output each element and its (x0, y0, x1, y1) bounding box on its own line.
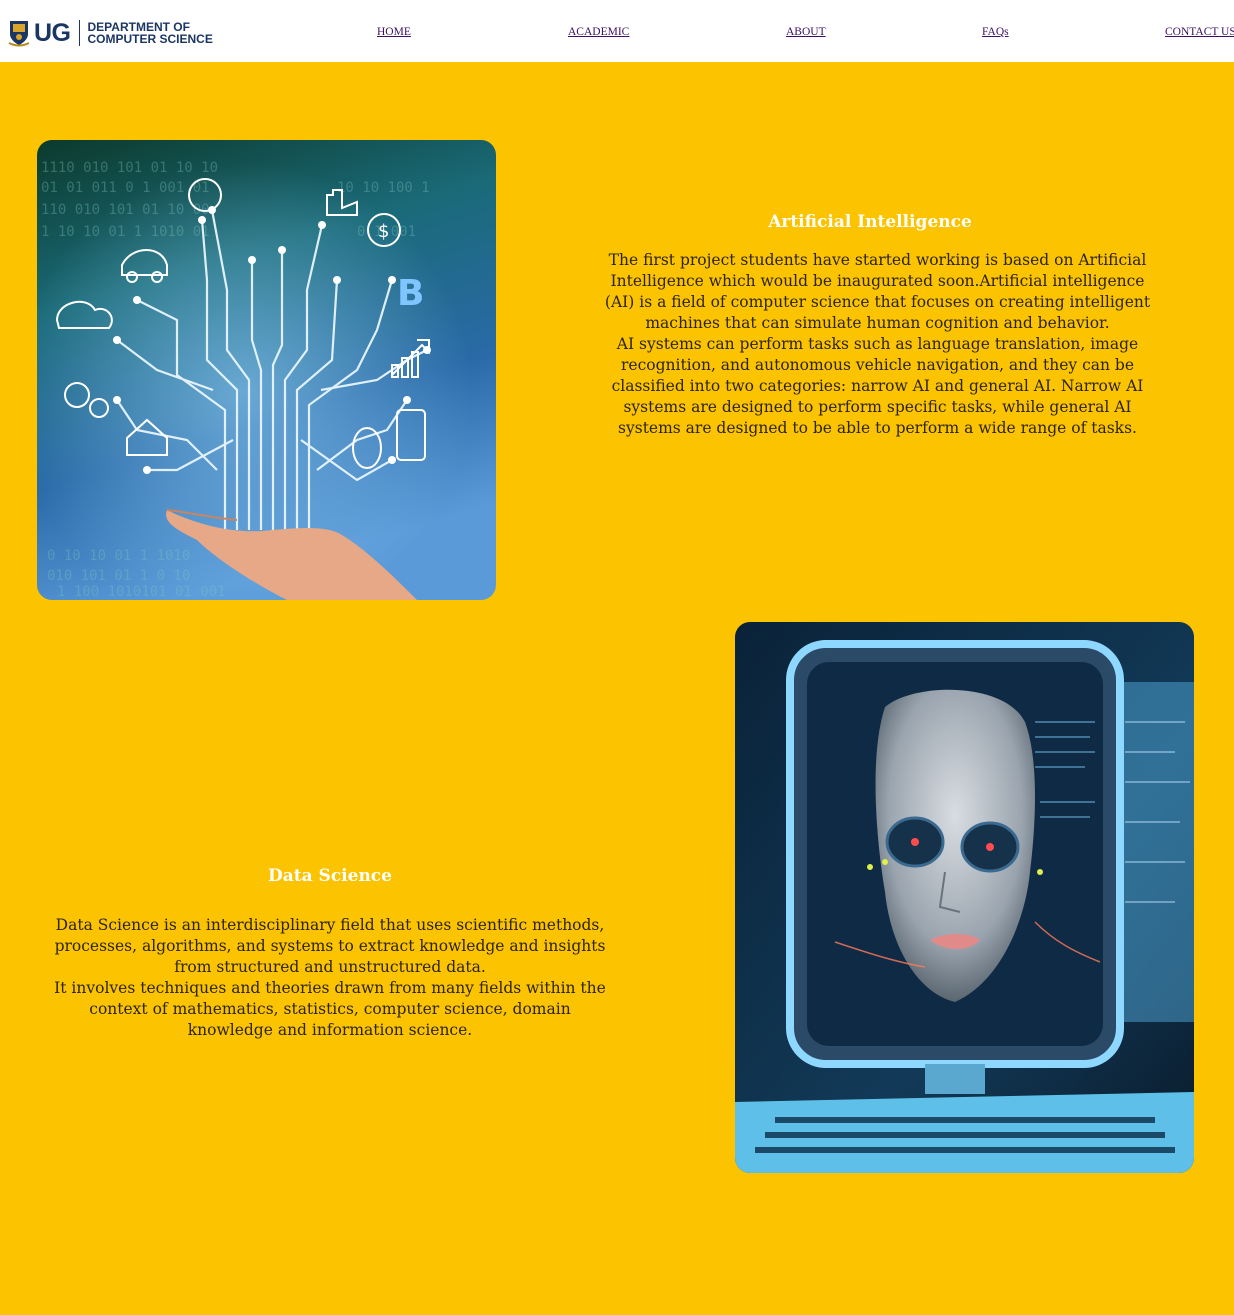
data-science-paragraph-1: Data Science is an interdisciplinary fie… (54, 916, 606, 976)
site-logo[interactable]: UG DEPARTMENT OF COMPUTER SCIENCE (8, 17, 213, 49)
nav-academic-link[interactable]: ACADEMIC (568, 26, 629, 38)
svg-text:01 01 011 0 1 001 01: 01 01 011 0 1 001 01 (41, 180, 210, 196)
ai-paragraph-2: AI systems can perform tasks such as lan… (611, 335, 1144, 437)
ai-paragraph-1: The first project students have started … (604, 251, 1151, 332)
logo-department-name: DEPARTMENT OF COMPUTER SCIENCE (88, 21, 213, 45)
svg-text:010 101 01 1 0 10: 010 101 01 1 0 10 (47, 568, 190, 584)
robot-face-computer-image (735, 622, 1194, 1173)
ai-circuit-tree-image: 1110 010 101 01 10 10 01 01 011 0 1 001 … (37, 140, 496, 600)
svg-text:1 100 1010101 01 001: 1 100 1010101 01 001 (57, 584, 226, 600)
nav-home-link[interactable]: HOME (377, 26, 411, 38)
svg-text:1 10 10 01 1 1010 01: 1 10 10 01 1 1010 01 (41, 224, 210, 240)
logo-abbreviation: UG (34, 18, 71, 47)
site-header: UG DEPARTMENT OF COMPUTER SCIENCE HOME A… (0, 0, 1234, 62)
nav-about-link[interactable]: ABOUT (786, 26, 826, 38)
logo-divider (78, 20, 80, 46)
svg-text:1110 010 101 01 10 10: 1110 010 101 01 10 10 (41, 160, 218, 176)
svg-text:B: B (397, 273, 424, 314)
ai-section-title: Artificial Intelligence (768, 212, 972, 232)
svg-text:10 10 100 1: 10 10 100 1 (337, 180, 430, 196)
nav-contact-link[interactable]: CONTACT US (1165, 26, 1234, 38)
nav-faqs-link[interactable]: FAQs (982, 26, 1009, 38)
svg-text:110 010 101 01 10 00: 110 010 101 01 10 00 (41, 202, 210, 218)
data-science-section-title: Data Science (268, 866, 392, 886)
ai-section-body: The first project students have started … (600, 250, 1155, 439)
data-science-paragraph-2: It involves techniques and theories draw… (54, 979, 606, 1039)
data-science-section-body: Data Science is an interdisciplinary fie… (50, 915, 610, 1041)
logo-line-2: COMPUTER SCIENCE (87, 32, 213, 46)
svg-text:$: $ (378, 221, 389, 242)
crest-icon (8, 21, 30, 47)
svg-text:0 10 10 01 1 1010: 0 10 10 01 1 1010 (47, 548, 190, 564)
